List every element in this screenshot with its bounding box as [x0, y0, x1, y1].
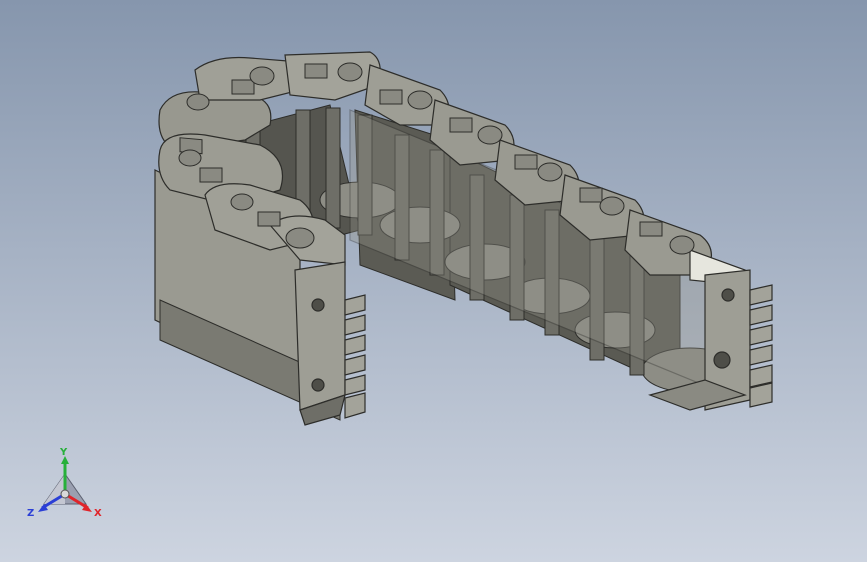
- cable-carrier-chain-model[interactable]: [0, 0, 867, 562]
- y-axis-label: Y: [59, 447, 68, 458]
- left-end-bracket: [294, 261, 366, 426]
- x-axis-label: X: [94, 508, 102, 519]
- z-axis-label: Z: [27, 508, 34, 519]
- 3d-viewport[interactable]: Y X Z: [0, 0, 867, 562]
- orientation-triad[interactable]: Y X Z: [20, 446, 110, 526]
